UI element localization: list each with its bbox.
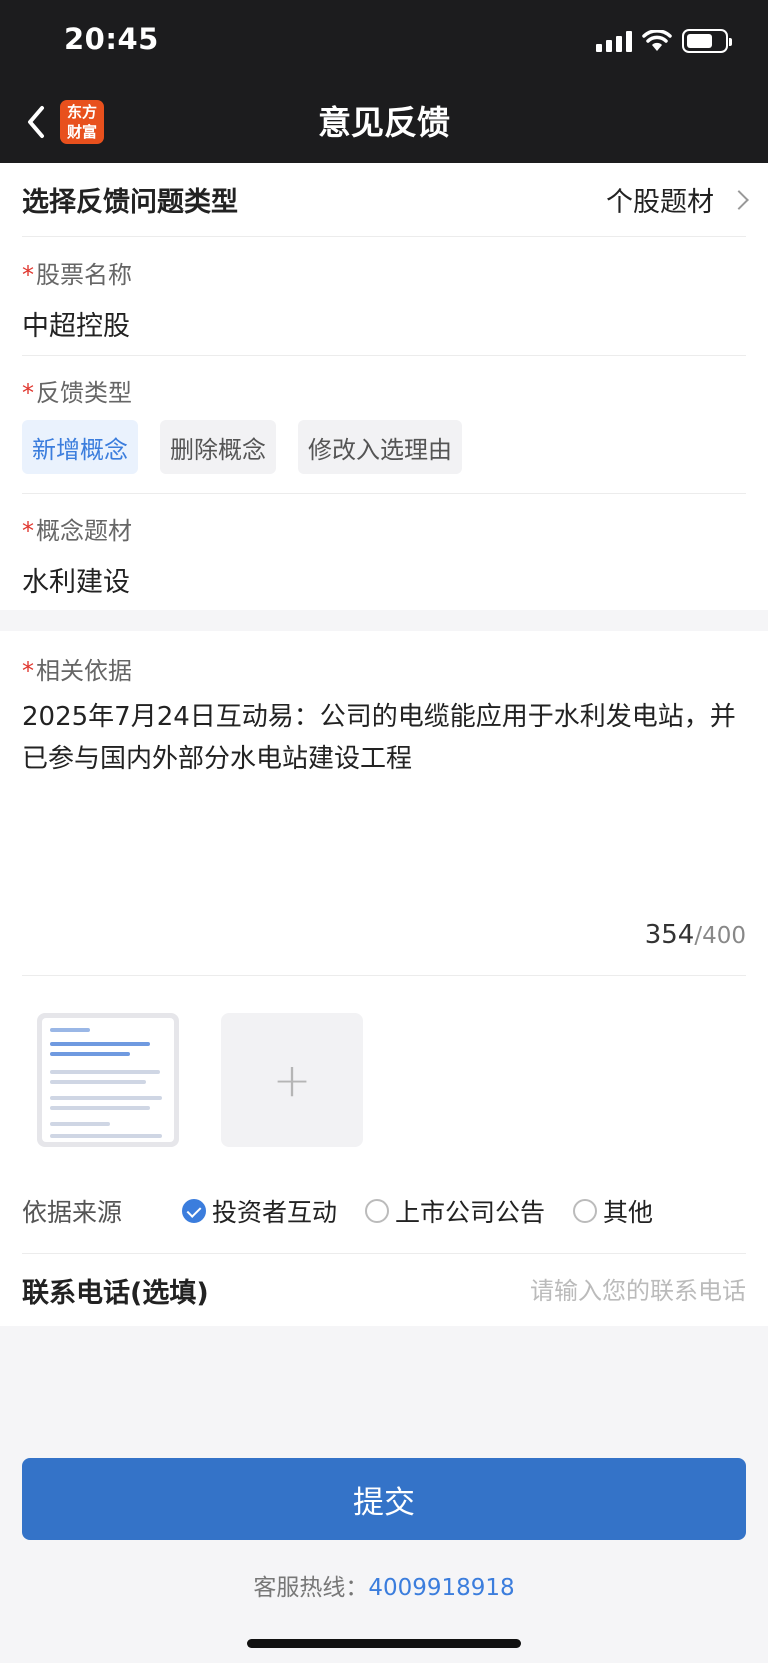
- header-bar: 20:45 东方 财富 意见反馈: [0, 0, 768, 163]
- char-counter: 354/400: [645, 920, 746, 950]
- radio-checked-icon: [182, 1199, 206, 1223]
- plus-icon: +: [272, 1053, 312, 1107]
- page-title: 意见反馈: [318, 103, 450, 142]
- source-label: 依据来源: [22, 1198, 123, 1227]
- divider: [22, 355, 746, 356]
- preview-line: [50, 1028, 90, 1032]
- screenshot-preview: [42, 1018, 174, 1142]
- required-mark: *: [22, 261, 34, 289]
- phone-row: 联系电话(选填): [22, 1271, 746, 1310]
- feedback-type-field: *反馈类型 新增概念 删除概念 修改入选理由: [22, 373, 746, 474]
- hotline-number-link[interactable]: 4009918918: [368, 1575, 514, 1601]
- status-icons: [596, 28, 732, 54]
- stock-name-value[interactable]: 中超控股: [22, 304, 746, 343]
- feedback-type-options: 新增概念 删除概念 修改入选理由: [22, 420, 746, 474]
- feedback-form-top: 选择反馈问题类型 个股题材 *股票名称 中超控股 *反馈类型 新增概念 删除概念…: [0, 163, 768, 610]
- char-count: 354: [644, 920, 695, 950]
- radio-investor-interaction[interactable]: 投资者互动: [182, 1193, 337, 1229]
- concept-value[interactable]: 水利建设: [22, 560, 746, 599]
- basis-textarea[interactable]: 2025年7月24日互动易：公司的电缆能应用于水利发电站，并已参与国内外部分水电…: [22, 696, 746, 780]
- submit-button[interactable]: 提交: [22, 1458, 746, 1540]
- basis-label: 相关依据: [36, 657, 132, 685]
- basis-field: *相关依据 2025年7月24日互动易：公司的电缆能应用于水利发电站，并已参与国…: [22, 651, 746, 780]
- hotline: 客服热线：4009918918: [0, 1568, 768, 1602]
- preview-line: [50, 1096, 162, 1100]
- source-row: 依据来源 投资者互动 上市公司公告 其他: [22, 1193, 746, 1229]
- divider: [22, 975, 746, 976]
- chevron-right-icon: [729, 189, 749, 210]
- battery-icon: [682, 29, 732, 53]
- concept-label-wrap: *概念题材: [22, 511, 746, 546]
- feedback-form-bottom: *相关依据 2025年7月24日互动易：公司的电缆能应用于水利发电站，并已参与国…: [0, 631, 768, 1326]
- preview-line: [50, 1106, 150, 1110]
- feedback-category-label: 选择反馈问题类型: [22, 187, 238, 218]
- status-time: 20:45: [64, 22, 159, 56]
- radio-unchecked-icon: [573, 1199, 598, 1223]
- stock-name-field: *股票名称 中超控股: [22, 255, 746, 343]
- preview-line: [50, 1052, 130, 1056]
- chip-edit-reason[interactable]: 修改入选理由: [298, 420, 462, 474]
- concept-label: 概念题材: [36, 517, 132, 545]
- uploaded-image-thumbnail[interactable]: [37, 1013, 179, 1147]
- radio-label: 上市公司公告: [395, 1198, 546, 1227]
- char-max: /400: [694, 923, 746, 949]
- preview-line: [50, 1134, 162, 1138]
- required-mark: *: [22, 657, 34, 685]
- preview-line: [50, 1042, 150, 1046]
- radio-other[interactable]: 其他: [573, 1193, 653, 1229]
- hotline-label: 客服热线：: [253, 1575, 369, 1601]
- chip-delete-concept[interactable]: 删除概念: [160, 420, 276, 474]
- home-indicator: [247, 1639, 521, 1648]
- stock-name-label-wrap: *股票名称: [22, 255, 746, 290]
- radio-label: 投资者互动: [212, 1198, 338, 1227]
- wifi-icon: [642, 30, 672, 51]
- feedback-category-value: 个股题材: [606, 187, 714, 218]
- feedback-category-value-wrap: 个股题材: [606, 180, 749, 219]
- phone-label: 联系电话(选填): [22, 1278, 209, 1309]
- stock-name-label: 股票名称: [36, 261, 132, 289]
- concept-field: *概念题材 水利建设: [22, 511, 746, 599]
- chip-add-concept[interactable]: 新增概念: [22, 420, 138, 474]
- divider: [22, 1253, 746, 1254]
- phone-input[interactable]: [446, 1276, 746, 1305]
- divider: [22, 493, 746, 494]
- signal-icon: [596, 30, 632, 52]
- feedback-type-label-wrap: *反馈类型: [22, 373, 746, 408]
- radio-company-announcement[interactable]: 上市公司公告: [365, 1193, 545, 1229]
- basis-label-wrap: *相关依据: [22, 651, 746, 686]
- required-mark: *: [22, 379, 34, 407]
- preview-line: [50, 1080, 146, 1084]
- feedback-type-label: 反馈类型: [36, 379, 132, 407]
- radio-label: 其他: [603, 1198, 654, 1227]
- preview-line: [50, 1122, 110, 1126]
- radio-unchecked-icon: [365, 1199, 390, 1223]
- required-mark: *: [22, 517, 34, 545]
- preview-line: [50, 1070, 160, 1074]
- add-image-button[interactable]: +: [221, 1013, 363, 1147]
- feedback-category-row[interactable]: 选择反馈问题类型 个股题材: [22, 163, 749, 237]
